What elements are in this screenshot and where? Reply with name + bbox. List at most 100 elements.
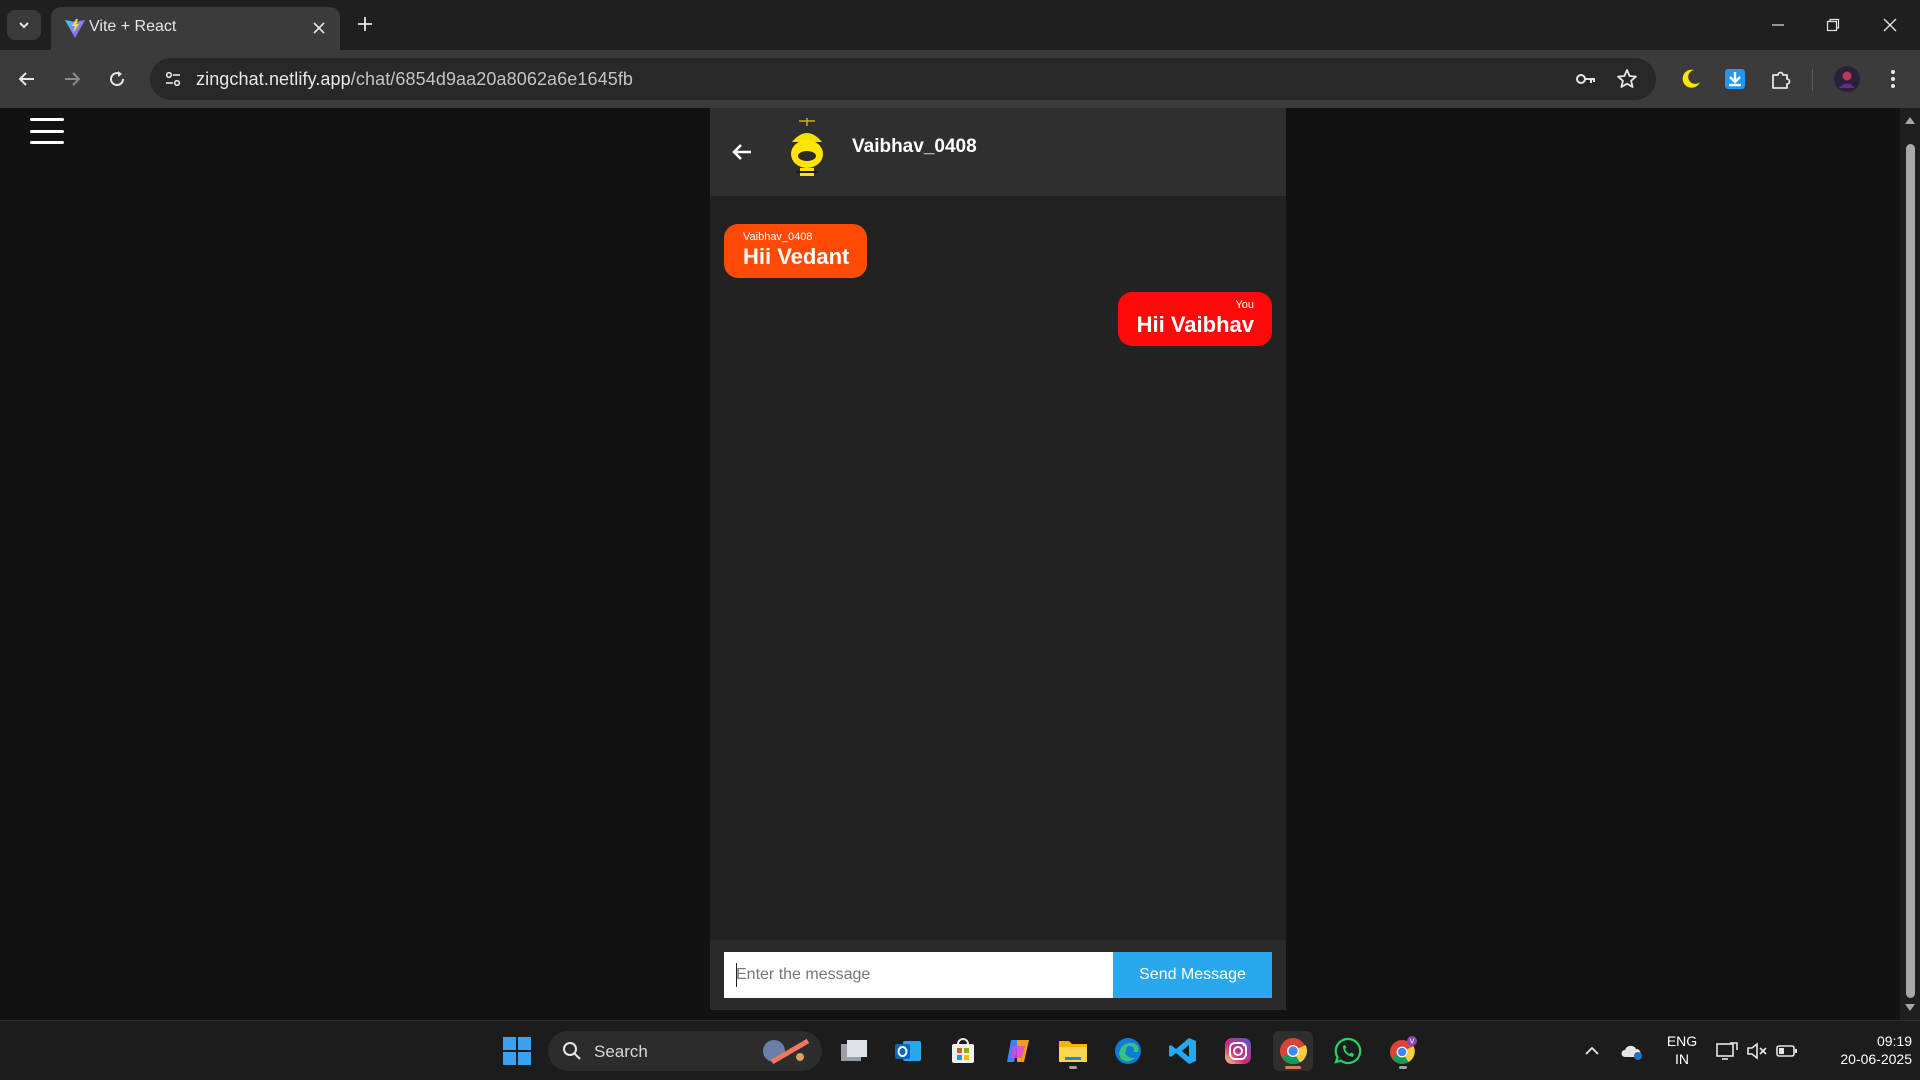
running-indicator: [1285, 1066, 1301, 1069]
close-tab-button[interactable]: [308, 17, 330, 39]
edge-app[interactable]: [1108, 1031, 1148, 1071]
windows-taskbar: Search V ENG IN 09:19 20-06-2025: [0, 1020, 1920, 1080]
browser-tab[interactable]: Vite + React: [51, 7, 340, 50]
restore-button[interactable]: [1813, 10, 1853, 40]
onedrive-button[interactable]: [1613, 1031, 1649, 1071]
arrow-left-icon: [732, 144, 751, 160]
menu-line: [30, 141, 64, 144]
message-input[interactable]: [724, 952, 1113, 998]
scroll-up-icon[interactable]: [1904, 114, 1916, 126]
url-text[interactable]: zingchat.netlify.app/chat/6854d9aa20a806…: [196, 69, 633, 90]
vscode-app[interactable]: [1163, 1031, 1203, 1071]
task-view-button[interactable]: [834, 1031, 874, 1071]
vite-logo-icon: [65, 19, 85, 38]
message-composer: Send Message: [710, 940, 1286, 1010]
scroll-down-icon[interactable]: [1904, 1002, 1916, 1014]
puzzle-icon: [1772, 71, 1791, 89]
reload-button[interactable]: [100, 62, 134, 96]
minimize-button[interactable]: [1758, 10, 1798, 40]
chrome-menu-button[interactable]: [1876, 62, 1910, 96]
running-indicator: [1399, 1066, 1407, 1069]
instagram-app[interactable]: [1218, 1031, 1258, 1071]
file-explorer-app[interactable]: [1053, 1031, 1093, 1071]
task-view-icon: [841, 1040, 867, 1061]
chat-header: Vaibhav_0408: [710, 108, 1286, 196]
arrow-left-icon: [18, 72, 34, 86]
edge-icon: [1115, 1038, 1141, 1064]
language-code: ENG: [1666, 1033, 1698, 1049]
battery-icon: [1776, 1045, 1797, 1057]
chrome-app-active[interactable]: [1273, 1031, 1313, 1071]
show-hidden-icons-button[interactable]: [1572, 1031, 1612, 1071]
profile-icon: [1834, 66, 1860, 92]
outgoing-message: You Hii Vaibhav: [1117, 292, 1272, 346]
minimize-icon: [1772, 24, 1784, 26]
site-info-button[interactable]: [160, 66, 186, 92]
close-window-button[interactable]: [1870, 10, 1910, 40]
cloud-icon: [1621, 1045, 1642, 1060]
vscode-icon: [1169, 1038, 1196, 1064]
menu-line: [30, 129, 64, 133]
new-tab-button[interactable]: [352, 11, 378, 37]
windows-logo-icon: [503, 1037, 531, 1065]
region-code: IN: [1675, 1051, 1689, 1067]
input-language[interactable]: ENG IN: [1662, 1032, 1702, 1068]
browser-toolbar: zingchat.netlify.app/chat/6854d9aa20a806…: [0, 50, 1920, 108]
chevron-up-icon: [1585, 1046, 1599, 1055]
message-text: Hii Vedant: [743, 244, 850, 269]
menu-button[interactable]: [30, 118, 64, 144]
plus-icon: [358, 17, 372, 31]
chrome-icon: [1280, 1038, 1307, 1065]
extensions-button[interactable]: [1764, 62, 1798, 96]
chrome-profile-icon: V: [1390, 1036, 1417, 1064]
profile-avatar[interactable]: [1830, 62, 1864, 96]
taskbar-search[interactable]: Search: [548, 1031, 822, 1071]
url-host: zingchat.netlify.app: [196, 69, 351, 89]
whatsapp-app[interactable]: [1328, 1031, 1368, 1071]
battery-button[interactable]: [1770, 1031, 1804, 1071]
tab-title: Vite + React: [89, 18, 177, 35]
text-cursor: [736, 963, 737, 987]
clock[interactable]: 09:19 20-06-2025: [1812, 1032, 1912, 1068]
bookmark-button[interactable]: [1614, 66, 1640, 92]
network-icon: [1716, 1042, 1738, 1060]
network-button[interactable]: [1710, 1031, 1744, 1071]
message-text: Hii Vaibhav: [1136, 312, 1254, 337]
star-icon: [1617, 69, 1637, 88]
restore-icon: [1826, 18, 1840, 32]
chat-back-button[interactable]: [722, 132, 762, 172]
dark-mode-extension-button[interactable]: [1674, 62, 1708, 96]
chrome-profile-app[interactable]: V: [1383, 1031, 1423, 1071]
reload-icon: [110, 71, 125, 87]
more-vertical-icon: [1891, 70, 1895, 88]
folder-icon: [1059, 1041, 1087, 1062]
microsoft-store-app[interactable]: [943, 1031, 983, 1071]
moon-icon: [1682, 69, 1700, 88]
volume-muted-icon: [1747, 1042, 1767, 1060]
search-label: Search: [594, 1042, 648, 1061]
send-message-button[interactable]: Send Message: [1113, 952, 1272, 998]
whatsapp-icon: [1334, 1037, 1362, 1065]
start-button[interactable]: [497, 1031, 537, 1071]
message-sender: Vaibhav_0408: [743, 231, 813, 243]
url-path: /chat/6854d9aa20a8062a6e1645fb: [350, 69, 634, 89]
chat-window: Vaibhav_0408 Vaibhav_0408 Hii Vedant You…: [710, 108, 1286, 1010]
address-bar[interactable]: zingchat.netlify.app/chat/6854d9aa20a806…: [150, 58, 1656, 100]
downloads-button[interactable]: [1718, 62, 1752, 96]
back-button[interactable]: [10, 62, 44, 96]
tab-search-button[interactable]: [7, 10, 41, 40]
close-icon: [1883, 18, 1897, 32]
outlook-icon: [895, 1041, 921, 1061]
tab-strip: Vite + React: [0, 0, 1920, 50]
incoming-message: Vaibhav_0408 Hii Vedant: [724, 224, 868, 278]
arrow-right-icon: [65, 72, 81, 86]
forward-button[interactable]: [55, 62, 89, 96]
page-scrollbar[interactable]: [1900, 108, 1920, 1020]
scroll-thumb[interactable]: [1906, 144, 1915, 998]
tune-icon: [165, 71, 181, 87]
outlook-app[interactable]: [888, 1031, 928, 1071]
svg-text:V: V: [1410, 1038, 1415, 1046]
volume-button[interactable]: [1740, 1031, 1774, 1071]
copilot-app[interactable]: [998, 1031, 1038, 1071]
password-key-button[interactable]: [1573, 66, 1599, 92]
